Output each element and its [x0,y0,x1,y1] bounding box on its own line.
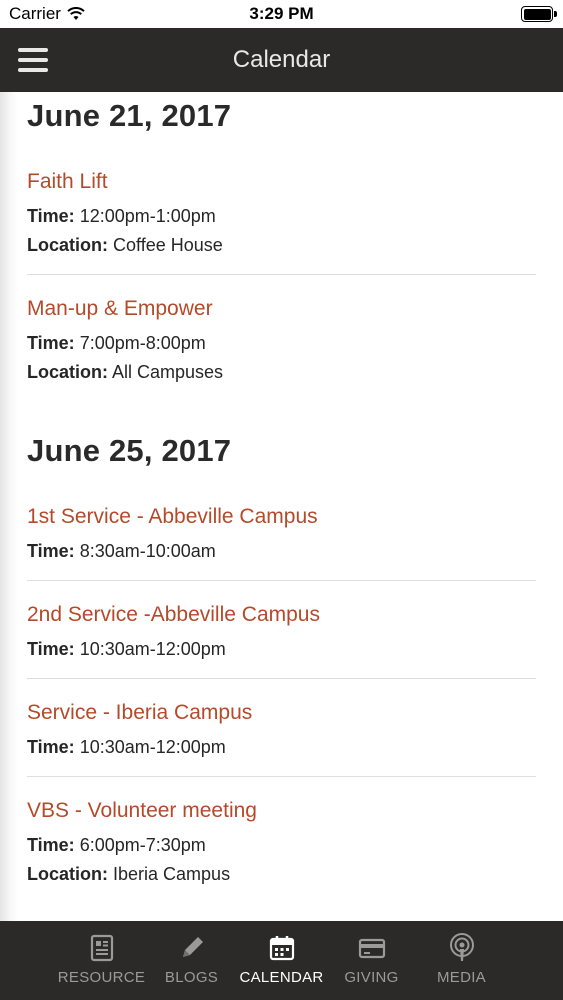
event-title[interactable]: Man-up & Empower [27,297,536,321]
resource-icon [90,934,113,962]
tab-label: RESOURCE [57,969,146,986]
event-time: Time: 10:30am-12:00pm [27,737,226,757]
tab-resource[interactable]: RESOURCE [57,921,147,1000]
battery-icon [521,6,557,22]
tab-calendar[interactable]: CALENDAR [237,921,327,1000]
event-location: Location: Iberia Campus [27,864,231,884]
tab-label: MEDIA [436,969,486,986]
event-item[interactable]: 1st Service - Abbeville Campus Time: 8:3… [27,483,536,581]
event-title[interactable]: 1st Service - Abbeville Campus [27,505,536,529]
event-title[interactable]: Service - Iberia Campus [27,701,536,725]
tab-label: BLOGS [164,969,219,986]
event-location: Location: All Campuses [27,362,224,382]
tab-blogs[interactable]: BLOGS [147,921,237,1000]
tab-label: GIVING [344,969,399,986]
event-item[interactable]: Service - Iberia Campus Time: 10:30am-12… [27,679,536,777]
event-time: Time: 12:00pm-1:00pm [27,206,216,226]
event-title[interactable]: VBS - Volunteer meeting [27,799,536,823]
event-item[interactable]: Faith Lift Time: 12:00pm-1:00pm Location… [27,148,536,275]
day-section: June 25, 2017 1st Service - Abbeville Ca… [0,427,563,903]
event-location: Location: Coffee House [27,235,223,255]
calendar-list[interactable]: June 21, 2017 Faith Lift Time: 12:00pm-1… [0,92,563,921]
tab-bar: RESOURCE BLOGS CALENDAR GIVING MEDIA [0,921,563,1000]
tab-media[interactable]: MEDIA [417,921,507,1000]
day-section: June 21, 2017 Faith Lift Time: 12:00pm-1… [0,92,563,401]
tab-giving[interactable]: GIVING [327,921,417,1000]
event-time: Time: 10:30am-12:00pm [27,639,226,659]
event-item[interactable]: Man-up & Empower Time: 7:00pm-8:00pm Loc… [27,275,536,401]
event-title[interactable]: Faith Lift [27,170,536,194]
event-title[interactable]: 2nd Service -Abbeville Campus [27,603,536,627]
event-item[interactable]: VBS - Volunteer meeting Time: 6:00pm-7:3… [27,777,536,903]
podcast-icon [449,933,474,961]
status-bar: Carrier 3:29 PM [0,0,563,28]
date-heading: June 21, 2017 [27,98,232,133]
credit-card-icon [358,938,385,959]
event-time: Time: 7:00pm-8:00pm [27,333,206,353]
calendar-icon [269,936,294,961]
nav-bar: Calendar [0,28,563,92]
hamburger-menu-icon[interactable] [18,48,48,72]
clock: 3:29 PM [249,4,314,23]
tab-label: CALENDAR [239,969,324,986]
event-item[interactable]: 2nd Service -Abbeville Campus Time: 10:3… [27,581,536,679]
page-title: Calendar [232,46,331,73]
pencil-icon [182,937,203,957]
event-time: Time: 8:30am-10:00am [27,541,216,561]
date-heading: June 25, 2017 [27,433,232,468]
event-time: Time: 6:00pm-7:30pm [27,835,206,855]
